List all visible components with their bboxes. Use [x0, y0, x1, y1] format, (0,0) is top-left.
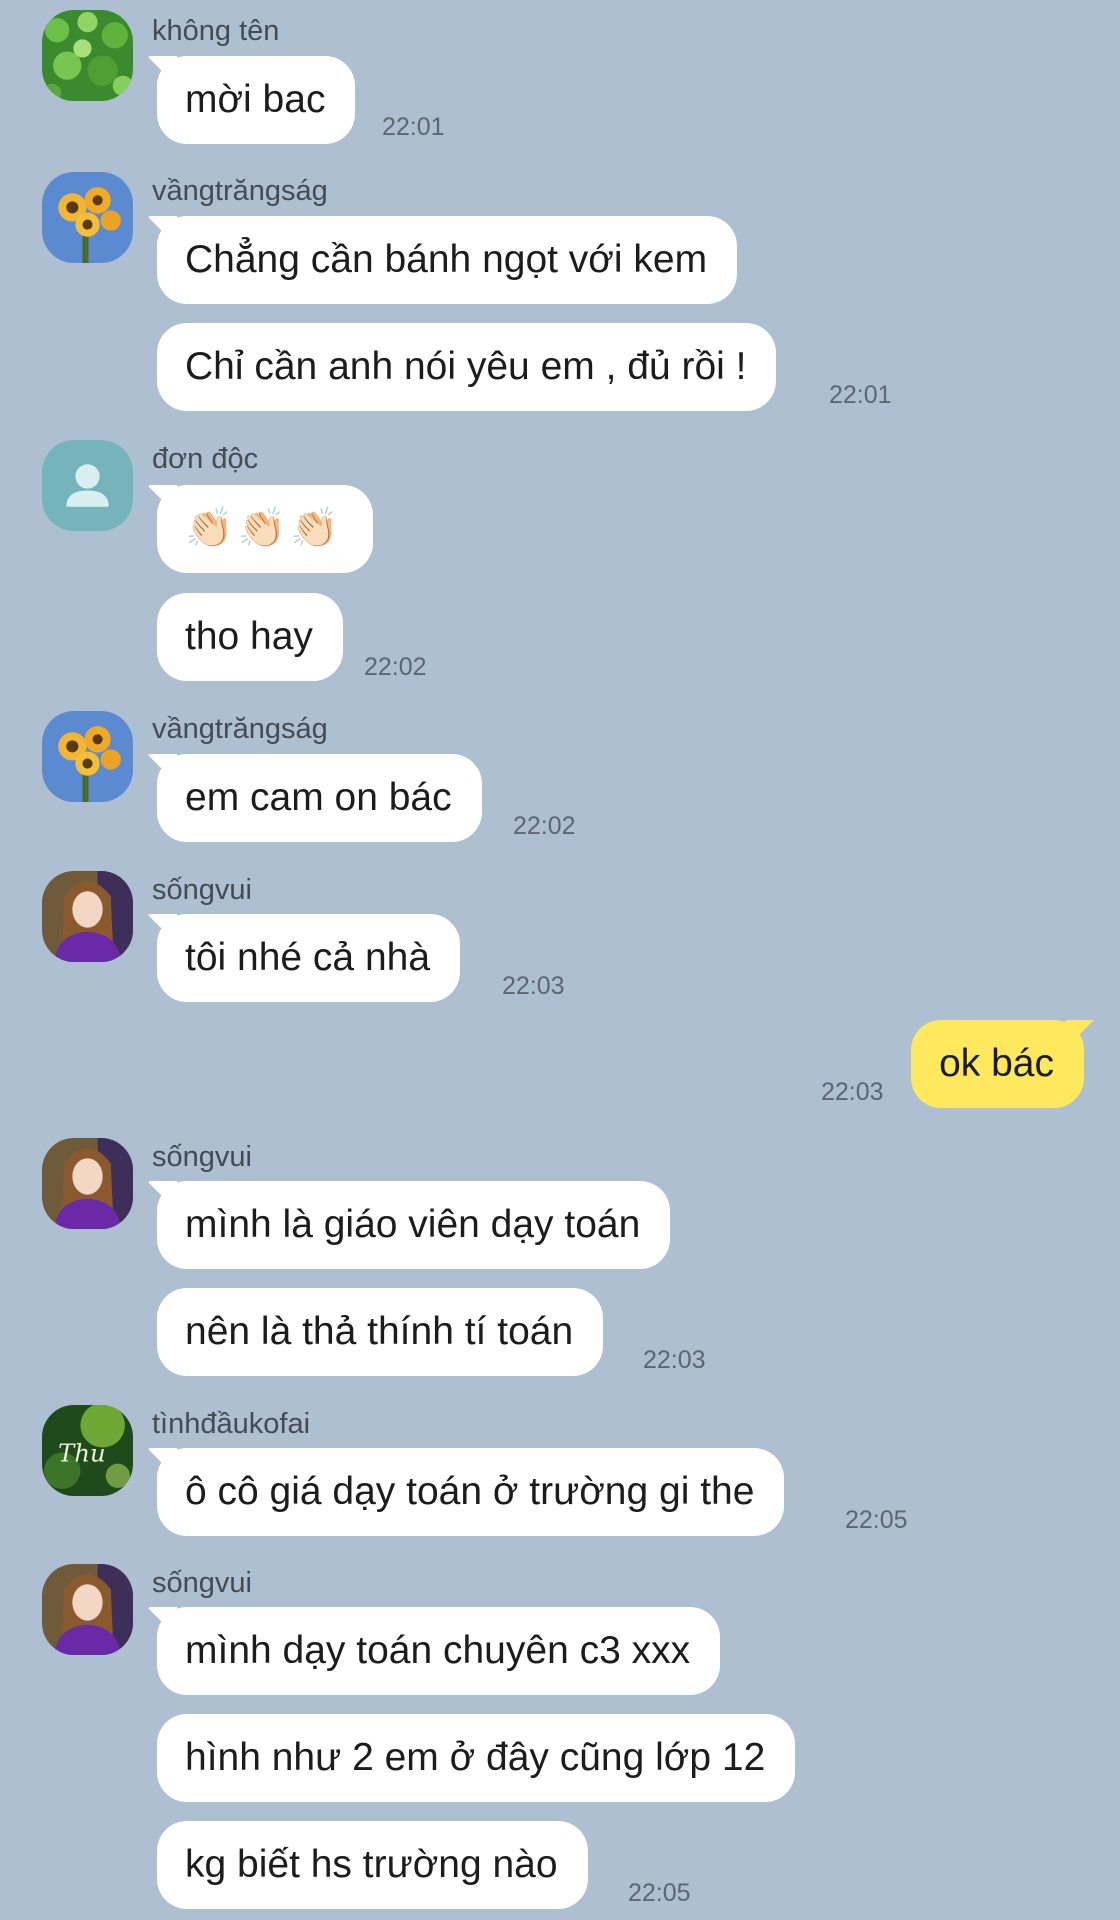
girl-portrait-avatar-image: [42, 1138, 133, 1229]
avatar-song-vui[interactable]: [42, 1564, 133, 1655]
message-bubble[interactable]: hình như 2 em ở đây cũng lớp 12: [157, 1714, 796, 1802]
default-user-avatar-image: [42, 440, 133, 531]
girl-portrait-avatar-image: [42, 871, 133, 962]
message-bubble[interactable]: tôi nhé cả nhà: [157, 914, 461, 1002]
sunflower-avatar-image: [42, 172, 133, 263]
sender-name: không tên: [152, 15, 280, 47]
avatar-vang-trang-sag[interactable]: [42, 172, 133, 263]
chat-message-list[interactable]: không tên mời bac 22:01 vầngtrăngság Chẳ…: [0, 0, 1120, 1920]
message-time: 22:01: [382, 113, 445, 141]
sunflower-avatar-image: [42, 711, 133, 802]
message-bubble[interactable]: em cam on bác: [157, 754, 482, 842]
green-leaves-avatar-image: [42, 10, 133, 101]
outgoing-message-bubble[interactable]: ok bác: [911, 1020, 1084, 1108]
message-bubble-emoji[interactable]: 👏🏻👏🏻👏🏻: [157, 485, 373, 573]
sender-name: tìnhđầukofai: [152, 1408, 311, 1440]
message-bubble[interactable]: mình dạy toán chuyên c3 xxx: [157, 1607, 721, 1695]
message-time: 22:02: [513, 812, 576, 840]
girl-portrait-avatar-image: [42, 1564, 133, 1655]
sender-name: sốngvui: [152, 874, 252, 906]
sender-name: vầngtrăngság: [152, 175, 328, 207]
avatar-song-vui[interactable]: [42, 1138, 133, 1229]
message-bubble[interactable]: tho hay: [157, 593, 343, 681]
avatar-song-vui[interactable]: [42, 871, 133, 962]
avatar-don-doc[interactable]: [42, 440, 133, 531]
sender-name: sốngvui: [152, 1141, 252, 1173]
message-time: 22:03: [821, 1078, 884, 1106]
message-time: 22:03: [502, 972, 565, 1000]
sender-name: vầngtrăngság: [152, 713, 328, 745]
green-bokeh-avatar-image: Thu: [42, 1405, 133, 1496]
message-bubble[interactable]: mình là giáo viên dạy toán: [157, 1181, 671, 1269]
sender-name: sốngvui: [152, 1567, 252, 1599]
message-time: 22:01: [829, 381, 892, 409]
avatar-overlay-text: Thu: [58, 1439, 105, 1468]
message-bubble[interactable]: Chỉ cần anh nói yêu em , đủ rồi !: [157, 323, 777, 411]
avatar-vang-trang-sag[interactable]: [42, 711, 133, 802]
message-bubble[interactable]: kg biết hs trường nào: [157, 1821, 588, 1909]
message-bubble[interactable]: Chẳng cần bánh ngọt với kem: [157, 216, 738, 304]
message-time: 22:05: [628, 1879, 691, 1907]
message-bubble[interactable]: ô cô giá dạy toán ở trường gi the: [157, 1448, 785, 1536]
avatar-khong-ten[interactable]: [42, 10, 133, 101]
avatar-tinh-dau-kofai[interactable]: Thu: [42, 1405, 133, 1496]
message-time: 22:02: [364, 653, 427, 681]
message-time: 22:03: [643, 1346, 706, 1374]
message-time: 22:05: [845, 1506, 908, 1534]
message-bubble[interactable]: nên là thả thính tí toán: [157, 1288, 604, 1376]
message-bubble[interactable]: mời bac: [157, 56, 356, 144]
sender-name: đơn độc: [152, 443, 259, 475]
